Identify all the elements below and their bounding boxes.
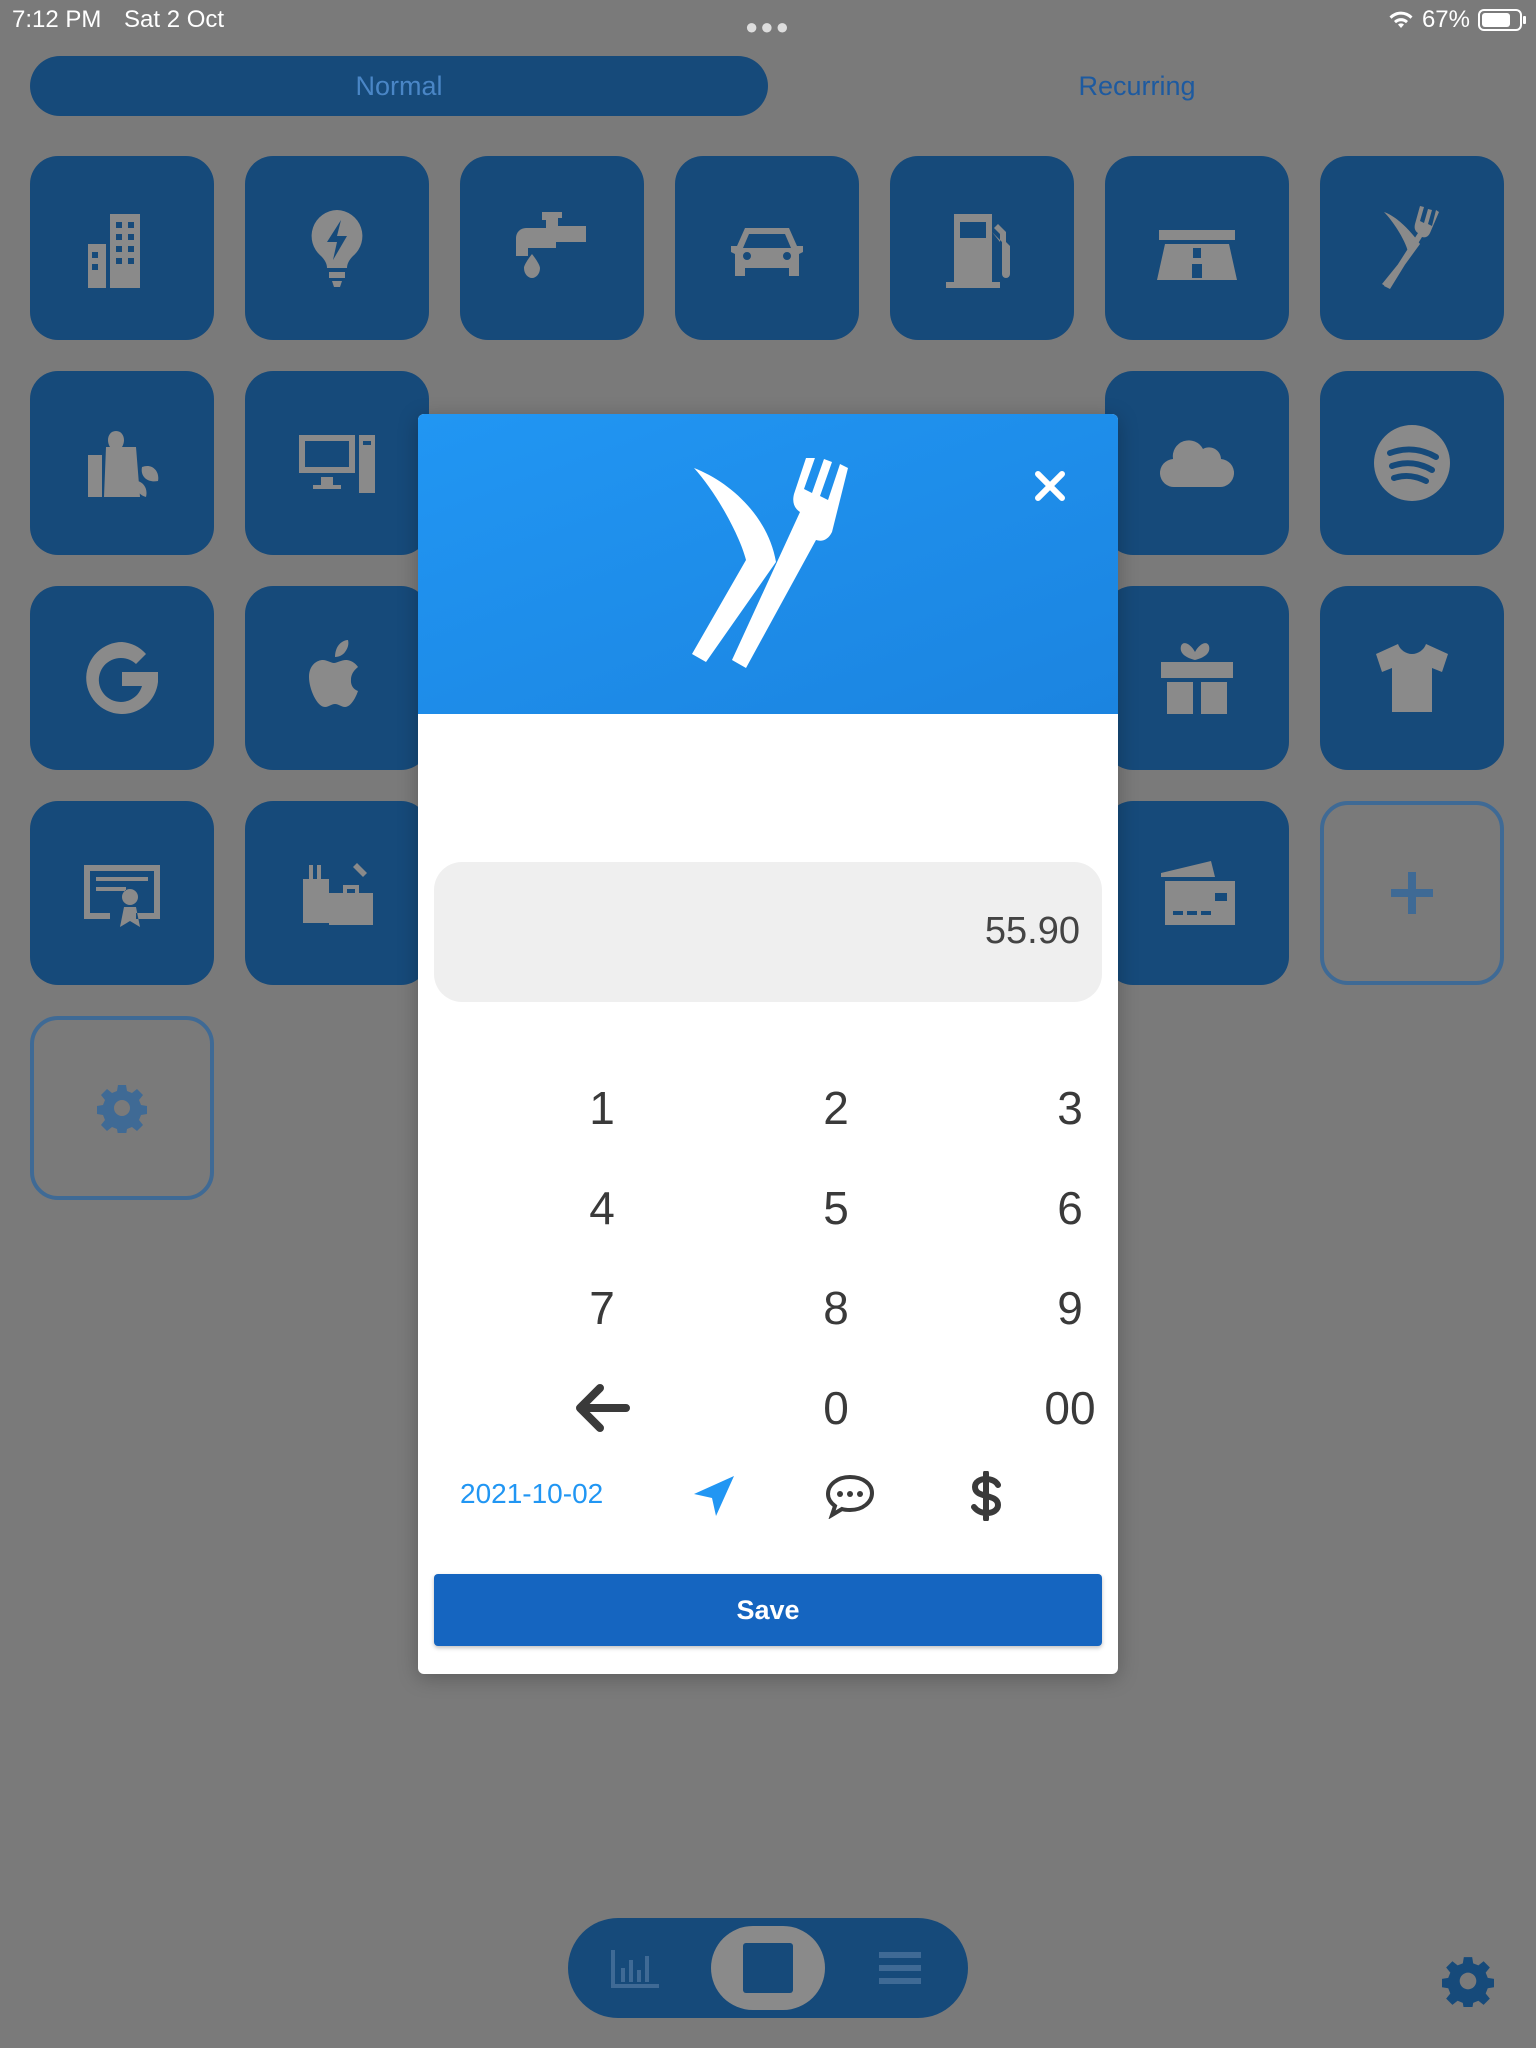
apple-icon [309, 640, 358, 707]
close-icon[interactable] [1030, 466, 1070, 506]
nav-list[interactable] [870, 1938, 930, 1998]
category-tile[interactable] [245, 586, 429, 770]
key-4[interactable]: 4 [532, 1168, 672, 1248]
gas-pump-icon [946, 214, 1010, 288]
nav-stats[interactable] [606, 1938, 666, 1998]
key-8[interactable]: 8 [766, 1268, 906, 1348]
nav-home[interactable] [711, 1926, 825, 2010]
google-icon [86, 642, 158, 714]
certificate-icon [84, 865, 160, 927]
gear-icon [97, 1085, 147, 1133]
key-7[interactable]: 7 [532, 1268, 672, 1348]
multitasking-dots-icon[interactable]: ●●● [745, 14, 791, 40]
key-1[interactable]: 1 [532, 1068, 672, 1148]
category-tile[interactable] [890, 156, 1074, 340]
tab-normal[interactable]: Normal [30, 56, 768, 116]
gift-icon [1161, 643, 1233, 714]
credit-card-icon [1161, 861, 1235, 925]
category-tile[interactable] [460, 156, 644, 340]
category-tile[interactable] [30, 371, 214, 555]
building-icon [88, 214, 140, 288]
tshirt-icon [1376, 644, 1448, 712]
comment-button[interactable] [824, 1470, 876, 1522]
wifi-icon [1389, 11, 1413, 28]
key-5[interactable]: 5 [766, 1168, 906, 1248]
entry-options-row: 2021-10-02 [418, 1454, 1118, 1534]
amount-value: 55.90 [984, 910, 1080, 952]
highway-icon [1157, 230, 1237, 280]
utensils-icon [692, 458, 848, 668]
dollar-icon [971, 1471, 1002, 1521]
faucet-icon [516, 212, 586, 278]
plus-icon [1391, 872, 1433, 914]
key-2[interactable]: 2 [766, 1068, 906, 1148]
category-tile[interactable] [1320, 586, 1504, 770]
category-tile[interactable] [1105, 586, 1289, 770]
category-tile[interactable] [245, 371, 429, 555]
location-arrow-icon [694, 1476, 734, 1516]
status-right: 67% [1388, 6, 1526, 34]
key-6[interactable]: 6 [1000, 1168, 1118, 1248]
computer-icon [299, 435, 375, 493]
key-9[interactable]: 9 [1000, 1268, 1118, 1348]
list-icon [879, 1952, 921, 1984]
chart-icon [611, 1950, 659, 1988]
location-button[interactable] [688, 1470, 740, 1522]
category-tile[interactable] [1105, 156, 1289, 340]
car-icon [731, 228, 803, 276]
category-tile[interactable] [675, 156, 859, 340]
backspace-key[interactable] [532, 1368, 672, 1448]
add-category-button[interactable] [1320, 801, 1504, 985]
category-tile[interactable] [30, 586, 214, 770]
lightbulb-icon [311, 210, 363, 287]
key-3[interactable]: 3 [1000, 1068, 1118, 1148]
square-icon [743, 1943, 793, 1993]
battery-percent: 67% [1421, 6, 1470, 33]
tab-recurring[interactable]: Recurring [768, 56, 1506, 116]
luggage-icon [303, 863, 373, 925]
battery-icon [1478, 9, 1526, 31]
dialog-header [418, 414, 1118, 714]
comment-icon [825, 1474, 875, 1519]
category-tile[interactable] [245, 156, 429, 340]
key-00[interactable]: 00 [1000, 1368, 1118, 1448]
status-bar: 7:12 PM Sat 2 Oct ●●● 67% [0, 0, 1536, 40]
add-expense-dialog: 55.90 1 2 3 4 5 6 7 8 9 0 00 2021-10-02 [418, 414, 1118, 1674]
category-tile[interactable] [1320, 371, 1504, 555]
groceries-icon [88, 431, 159, 497]
currency-button[interactable] [960, 1470, 1012, 1522]
category-tile[interactable] [1105, 371, 1289, 555]
bottom-nav [568, 1918, 968, 2018]
utensils-icon [1382, 206, 1439, 289]
amount-field[interactable]: 55.90 [434, 862, 1102, 1002]
category-tile[interactable] [1105, 801, 1289, 985]
status-time: 7:12 PM [12, 6, 102, 33]
entry-type-segment: Normal Recurring [30, 56, 1506, 116]
category-tile[interactable] [1320, 156, 1504, 340]
date-button[interactable]: 2021-10-02 [460, 1478, 603, 1510]
category-tile[interactable] [30, 801, 214, 985]
settings-gear-icon[interactable] [1442, 1955, 1494, 2007]
manage-categories-button[interactable] [30, 1016, 214, 1200]
cloud-icon [1159, 440, 1235, 488]
key-0[interactable]: 0 [766, 1368, 906, 1448]
status-date: Sat 2 Oct [124, 6, 225, 33]
arrow-left-icon [576, 1384, 630, 1432]
spotify-icon [1374, 425, 1450, 501]
category-tile[interactable] [245, 801, 429, 985]
save-button[interactable]: Save [434, 1574, 1102, 1646]
category-tile[interactable] [30, 156, 214, 340]
